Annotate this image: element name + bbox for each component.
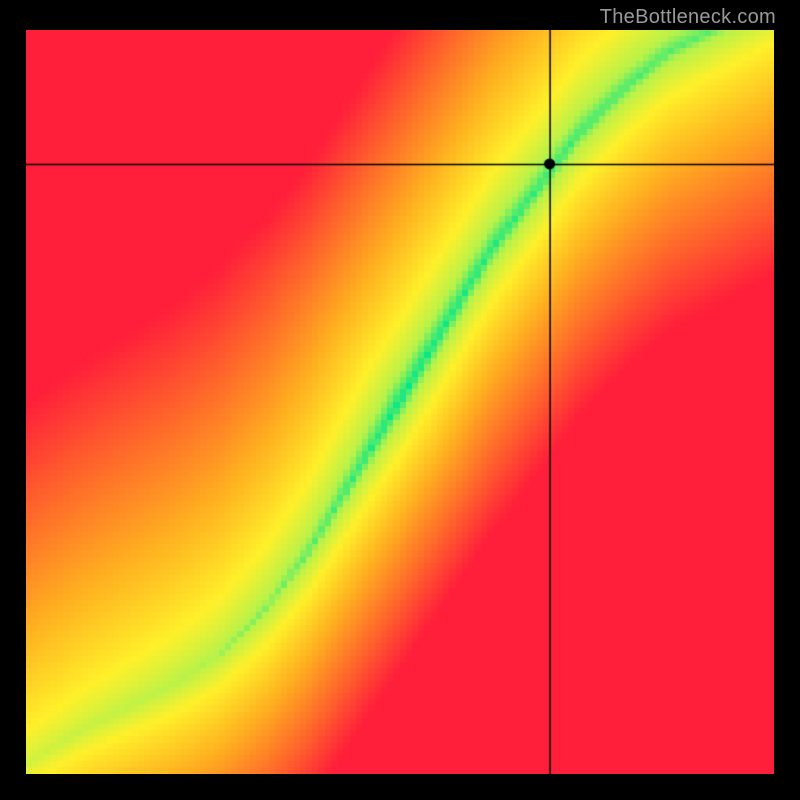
chart-container: TheBottleneck.com xyxy=(0,0,800,800)
watermark-text: TheBottleneck.com xyxy=(600,6,776,29)
bottleneck-heatmap xyxy=(26,30,774,774)
